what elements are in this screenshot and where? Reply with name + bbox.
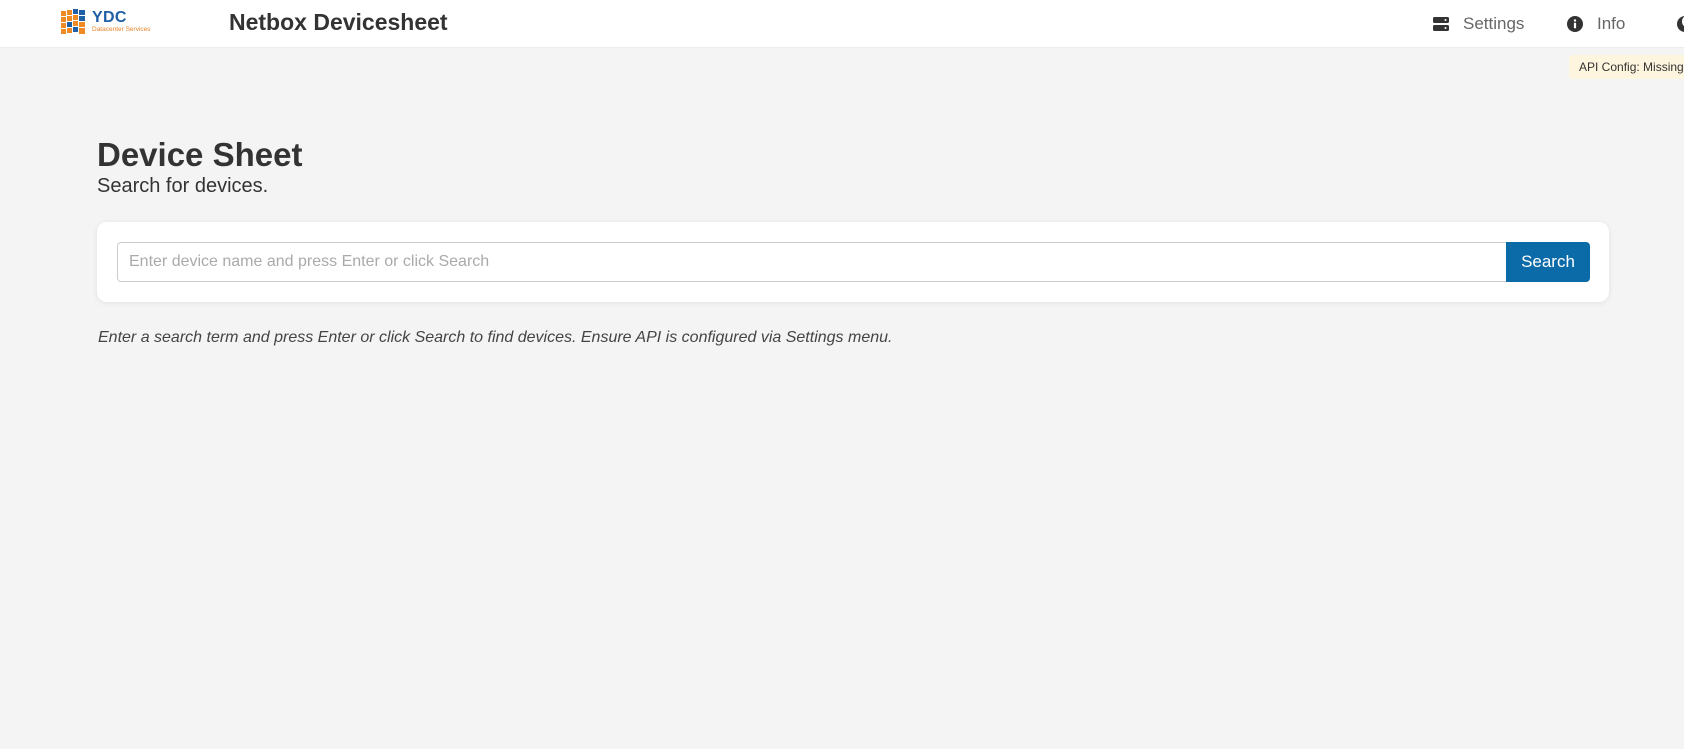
logo-tagline: Datacenter Services [92, 26, 151, 34]
api-config-status-badge: API Config: Missing [1569, 55, 1684, 79]
server-icon [1433, 16, 1449, 32]
theme-toggle-button[interactable] [1674, 13, 1684, 35]
nav-info-label: Info [1597, 14, 1626, 33]
info-icon [1567, 16, 1583, 32]
device-search-input[interactable] [117, 242, 1507, 282]
search-help-text: Enter a search term and press Enter or c… [98, 329, 893, 346]
search-button[interactable]: Search [1506, 242, 1590, 282]
ydc-logo[interactable]: YDC Datacenter Services [60, 7, 160, 37]
logo-text: YDC Datacenter Services [92, 10, 151, 34]
app-title: Netbox Devicesheet [229, 9, 448, 35]
ydc-logo-grid-icon [61, 9, 85, 34]
page-subtitle: Search for devices. [97, 175, 269, 197]
top-navbar: YDC Datacenter Services Netbox Deviceshe… [0, 0, 1684, 48]
logo-name: YDC [92, 9, 127, 27]
nav-settings-label: Settings [1463, 14, 1525, 33]
moon-icon [1677, 16, 1684, 32]
nav-info[interactable]: Info [1567, 12, 1625, 36]
page-title: Device Sheet [97, 136, 303, 173]
search-card: Search [97, 222, 1609, 302]
nav-settings[interactable]: Settings [1433, 12, 1524, 36]
